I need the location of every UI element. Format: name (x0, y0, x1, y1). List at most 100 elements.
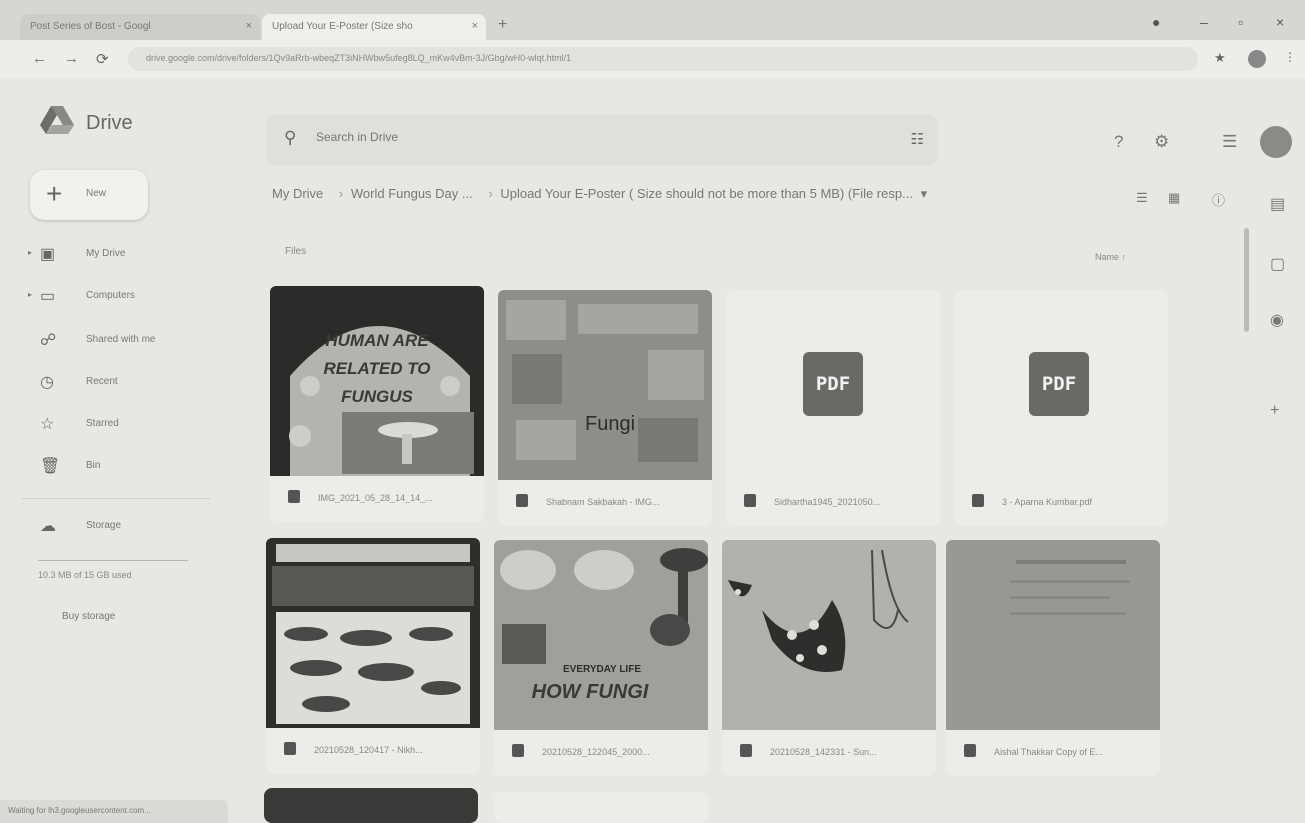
breadcrumb-my-drive[interactable]: My Drive (272, 186, 323, 201)
file-footer: Sidhartha1945_2021050... (726, 480, 940, 526)
file-name: 3 - Aparna Kumbar.pdf (1002, 497, 1093, 507)
buy-storage-button[interactable]: Buy storage (50, 602, 150, 632)
list-view-icon[interactable]: ☰ (1136, 190, 1148, 206)
svg-text:RELATED TO: RELATED TO (323, 359, 430, 378)
file-name: Shabnam Sakbakah - IMG... (546, 497, 660, 507)
reload-icon[interactable]: ⟳ (96, 50, 109, 68)
trash-icon: 🗑 (40, 458, 61, 475)
svg-text:HUMAN ARE: HUMAN ARE (325, 331, 429, 350)
star-icon: ☆ (40, 416, 55, 433)
spotted-fungi-thumbnail (728, 549, 909, 672)
settings-gear-icon[interactable]: ⚙ (1154, 132, 1169, 152)
file-footer: 20210528_120417 - Nikh... (266, 728, 480, 774)
info-icon[interactable]: ⓘ (1212, 190, 1225, 209)
image-file-icon (740, 744, 752, 757)
file-card[interactable] (264, 788, 478, 823)
breadcrumb-world-fungus-day[interactable]: World Fungus Day ... (351, 186, 473, 201)
sidebar-item-label: Recent (86, 376, 118, 387)
browser-tab-active[interactable]: Upload Your E-Poster (Size sho × (262, 14, 486, 40)
pdf-icon: PDF (1029, 352, 1089, 416)
chevron-down-icon[interactable]: ▾ (921, 186, 928, 201)
new-tab-icon[interactable]: + (498, 16, 507, 34)
sort-arrow-icon[interactable]: ↑ (1122, 252, 1127, 262)
url-field[interactable]: drive.google.com/drive/folders/1Qv9aRrb-… (128, 47, 1198, 71)
help-icon[interactable]: ? (1114, 132, 1123, 152)
expand-caret-icon[interactable]: ▸ (28, 248, 32, 257)
file-card[interactable]: PDF Sidhartha1945_2021050... (726, 290, 940, 526)
sidebar-item-my-drive[interactable]: ▸ ▣ My Drive (28, 240, 228, 268)
grid-view-icon[interactable]: ▦ (1168, 190, 1180, 206)
file-footer: 20210528_122045_2000... (494, 730, 708, 776)
status-bar: Waiting for lh3.googleusercontent.com... (0, 800, 228, 823)
profile-icon[interactable]: ● (1152, 14, 1160, 30)
sidebar-item-bin[interactable]: 🗑 Bin (28, 452, 228, 480)
sort-control[interactable]: Name ↑ (1095, 252, 1126, 262)
file-card[interactable]: Fungi Shabnam Sakbakah - IMG... (498, 290, 712, 526)
sort-label: Name (1095, 252, 1120, 262)
file-thumbnail: PDF (954, 290, 1168, 480)
svg-text:FUNGUS: FUNGUS (341, 387, 413, 406)
file-card[interactable]: EVERYDAY LIFE HOW FUNGI 20210528_122045_… (494, 540, 708, 776)
search-bar[interactable]: ⚲ ☷ (266, 114, 938, 166)
expand-caret-icon[interactable]: ▸ (28, 290, 32, 299)
sidebar-item-starred[interactable]: ☆ Starred (28, 410, 228, 438)
forward-icon[interactable]: → (64, 50, 79, 67)
close-tab-icon[interactable]: × (246, 20, 252, 32)
sidebar-item-label: Bin (86, 460, 101, 471)
drive-logo-text[interactable]: Drive (86, 112, 133, 135)
search-icon[interactable]: ⚲ (284, 128, 296, 148)
file-card[interactable]: 20210528_120417 - Nikh... (266, 538, 480, 774)
clock-icon: ◷ (40, 374, 54, 391)
sidebar-item-recent[interactable]: ◷ Recent (28, 368, 228, 396)
breadcrumb-current-folder[interactable]: Upload Your E-Poster ( Size should not b… (500, 186, 913, 201)
avatar[interactable] (1260, 126, 1292, 158)
browser-tab-bar: Post Series of Bost - Googl × Upload You… (0, 0, 1305, 40)
image-file-icon (284, 742, 296, 755)
extension-icon[interactable] (1248, 50, 1266, 68)
search-options-icon[interactable]: ☷ (911, 130, 924, 148)
sidebar-item-storage[interactable]: ☁ Storage (28, 512, 228, 540)
svg-text:EVERYDAY LIFE: EVERYDAY LIFE (563, 664, 641, 675)
add-addon-icon[interactable]: + (1270, 402, 1279, 420)
file-footer: IMG_2021_05_28_14_14_... (270, 476, 484, 522)
bookmark-star-icon[interactable]: ★ (1214, 50, 1226, 66)
close-window-icon[interactable]: × (1276, 14, 1284, 30)
file-footer: 20210528_142331 - Sun... (722, 730, 936, 776)
cloud-icon: ☁ (40, 518, 56, 535)
minimize-icon[interactable]: – (1200, 14, 1208, 30)
fungus-poster-thumbnail: HUMAN ARE RELATED TO FUNGUS (289, 326, 474, 476)
file-card[interactable]: 20210528_142331 - Sun... (722, 540, 936, 776)
file-card[interactable]: HUMAN ARE RELATED TO FUNGUS IMG_2021_05_… (270, 286, 484, 522)
calendar-icon[interactable]: ▤ (1270, 194, 1285, 214)
sidebar-item-label: Shared with me (86, 334, 156, 345)
menu-dots-icon[interactable]: ⋮ (1284, 50, 1296, 64)
how-fungi-poster-thumbnail: EVERYDAY LIFE HOW FUNGI (500, 548, 708, 703)
tasks-icon[interactable]: ◉ (1270, 310, 1284, 330)
pdf-file-icon (744, 494, 756, 507)
keep-icon[interactable]: ▢ (1270, 254, 1285, 274)
storage-bar (38, 560, 188, 561)
maximize-icon[interactable]: ▫ (1238, 14, 1243, 30)
sidebar-item-shared[interactable]: ☍ Shared with me (28, 326, 228, 354)
file-name: 20210528_120417 - Nikh... (314, 745, 423, 755)
back-icon[interactable]: ← (32, 50, 47, 67)
scrollbar[interactable] (1244, 228, 1249, 332)
file-footer: 3 - Aparna Kumbar.pdf (954, 480, 1168, 526)
people-icon: ☍ (40, 332, 57, 349)
browser-tab[interactable]: Post Series of Bost - Googl × (20, 14, 260, 40)
file-card[interactable]: PDF 3 - Aparna Kumbar.pdf (954, 290, 1168, 526)
drive-folder-icon: ▣ (40, 246, 56, 263)
sidebar-item-label: Storage (86, 520, 122, 531)
search-input[interactable] (316, 130, 876, 144)
sidebar-item-label: Computers (86, 290, 135, 301)
image-file-icon (288, 490, 300, 503)
sidebar-item-computers[interactable]: ▸ ▭ Computers (28, 282, 228, 310)
sidebar-item-label: My Drive (86, 248, 126, 259)
apps-grid-icon[interactable]: ☰ (1222, 132, 1237, 152)
file-thumbnail (946, 540, 1160, 730)
new-button[interactable]: + New (30, 170, 148, 220)
drive-logo-icon[interactable] (40, 106, 74, 134)
file-card[interactable]: Aishal Thakkar Copy of E... (946, 540, 1160, 776)
close-tab-icon[interactable]: × (472, 20, 478, 32)
file-card[interactable] (494, 792, 708, 823)
